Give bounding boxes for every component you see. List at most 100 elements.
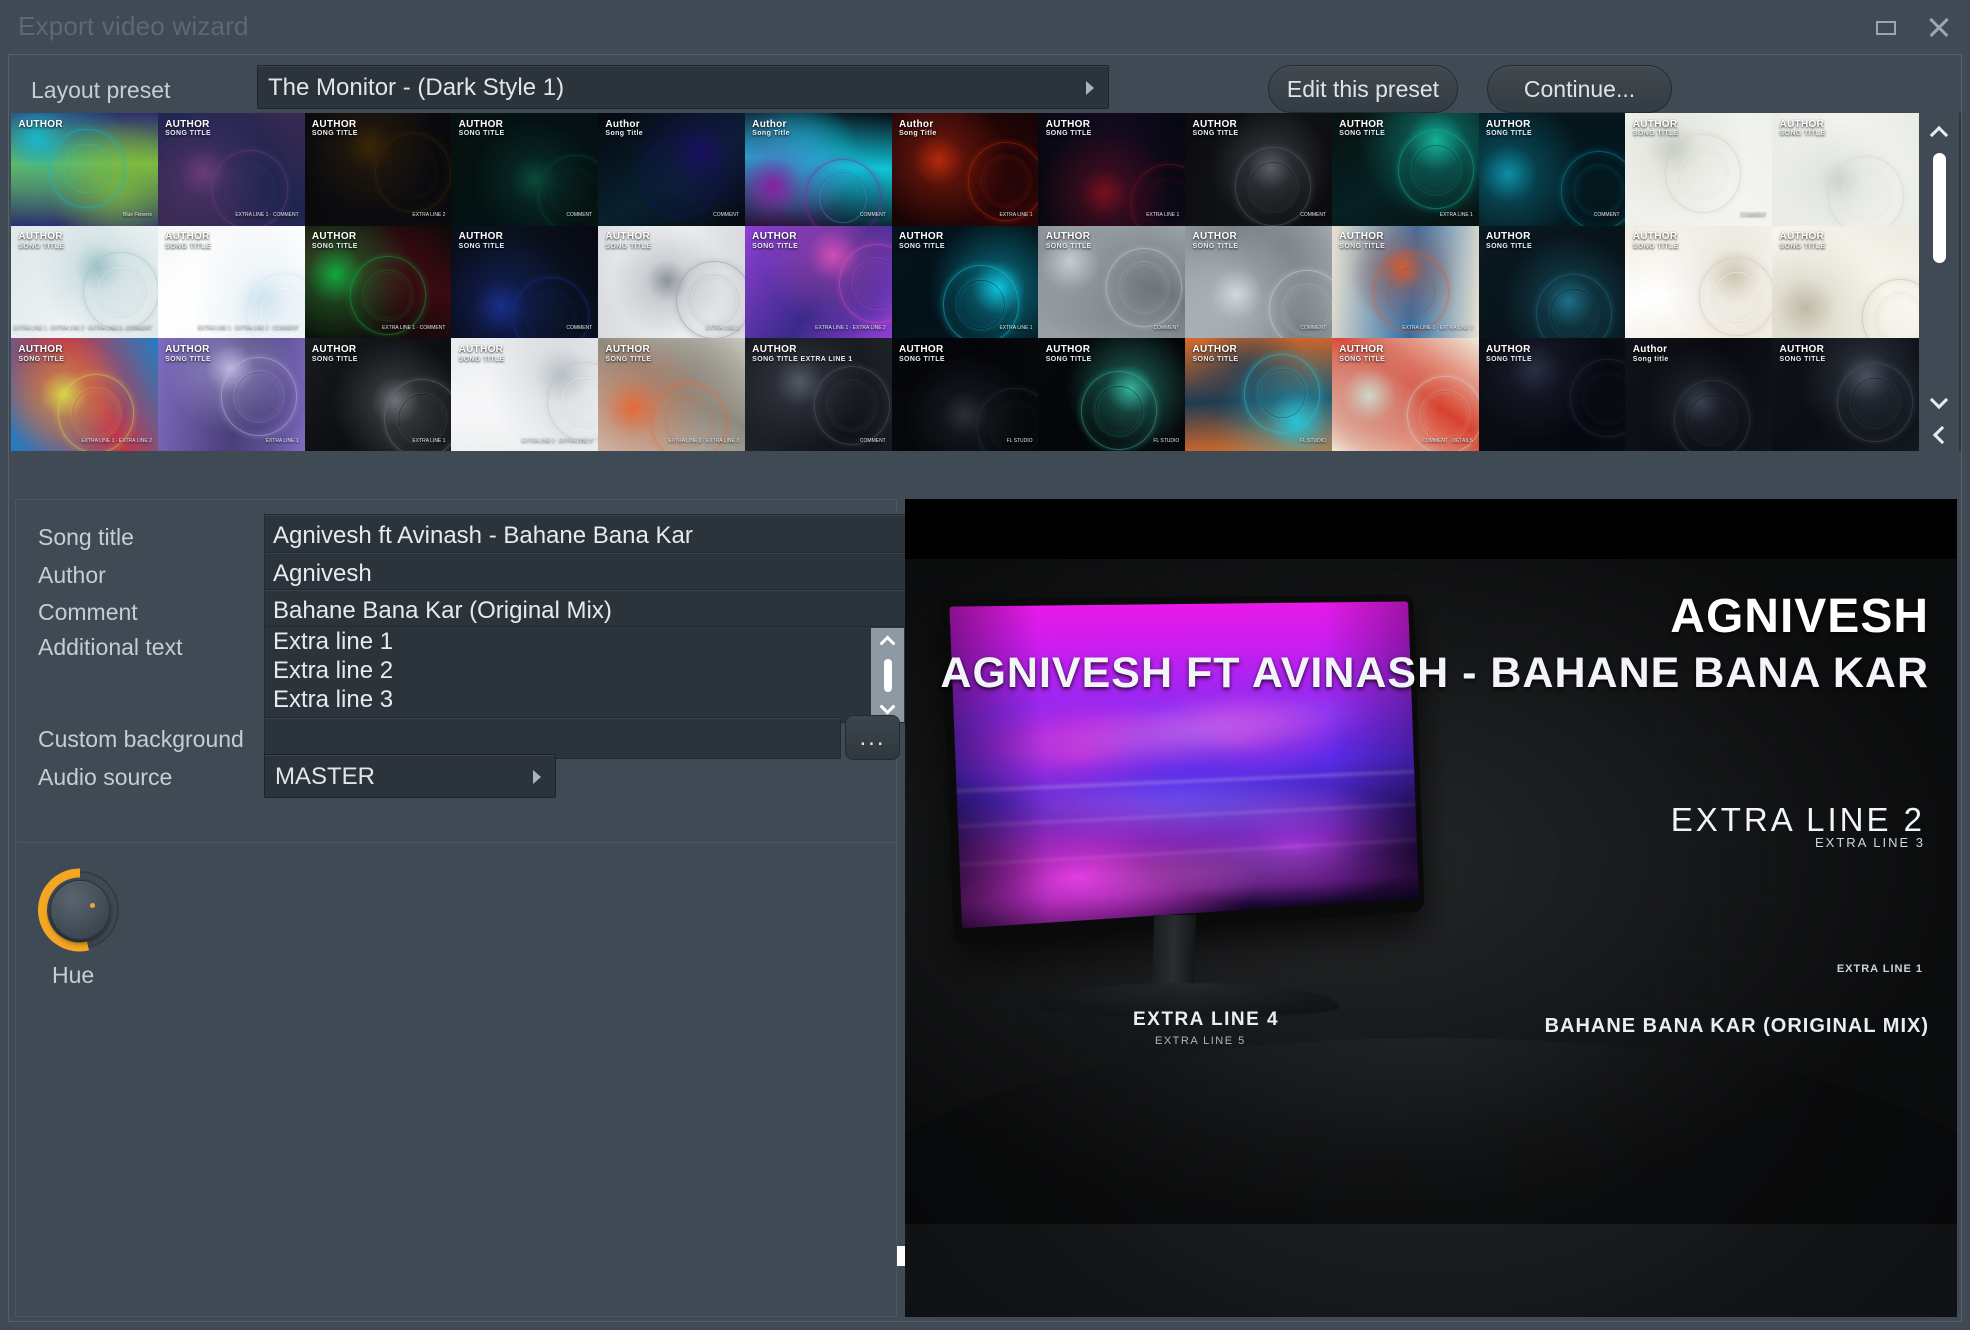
chevron-down-icon[interactable] [1923, 387, 1955, 417]
thumbnail-art [1412, 144, 1460, 194]
hue-knob-body[interactable] [50, 880, 110, 940]
browse-background-button[interactable]: ... [845, 715, 900, 760]
thumbnail-art [1688, 394, 1736, 444]
preset-thumbnail[interactable]: AUTHOR SONG TITLE EXTRA LINE 1 · COMMENT [304, 225, 452, 339]
thumbnail-extra-text: COMMENT [1153, 325, 1180, 332]
preset-thumbnail[interactable]: Author Song Title EXTRA LINE 1 [891, 113, 1039, 226]
preset-thumbnail[interactable]: AUTHOR SONG TITLE EXTRA LINE 1 · EXTRA LIN… [744, 225, 892, 339]
preset-thumbnail[interactable]: Author Song Title COMMENT [744, 113, 892, 226]
preset-thumbnail[interactable]: AUTHOR SONG TITLE EXTRA LINE 1 [598, 225, 745, 339]
preset-thumbnail[interactable]: AUTHOR SONG TITLE FL STUDIO [891, 338, 1039, 451]
thumbnail-extra-text: EXTRA LINE 1 [265, 437, 299, 444]
preset-thumbnail[interactable]: AUTHOR SONG TITLE [1625, 225, 1773, 339]
additional-text-line[interactable]: Extra line 1 [265, 627, 905, 656]
additional-text-line[interactable]: Extra line 3 [265, 685, 905, 714]
preset-thumbnail[interactable]: AUTHOR SONG TITLE COMMENT [451, 225, 599, 339]
thumbnail-art [364, 271, 412, 320]
thumbnail-author: AUTHOR [165, 231, 210, 243]
thumbnail-art [1550, 289, 1598, 338]
hue-knob-control[interactable]: Hue [38, 868, 148, 1008]
preset-thumbnail[interactable]: AUTHOR SONG TITLE FL STUDIO [1038, 338, 1186, 451]
preset-thumbnail[interactable]: AUTHOR SONG TITLE EXTRA LINE 2 · EXTRA LIN… [451, 338, 599, 451]
preset-thumbnail[interactable]: Author Song Title COMMENT [598, 113, 745, 226]
additional-text-scrollbar[interactable] [871, 628, 904, 722]
thumbnail-song-title: SONG TITLE [1779, 242, 1826, 250]
preset-thumbnail[interactable]: AUTHOR SONG TITLE COMMENT [1478, 113, 1626, 226]
preset-thumbnail[interactable]: Author Song title [1625, 338, 1773, 451]
preset-thumbnail[interactable]: AUTHOR Blue Flowers [11, 113, 158, 226]
preset-thumbnail[interactable]: AUTHOR SONG TITLE EXTRA LINE 1 [1038, 113, 1186, 226]
preset-thumbnail[interactable]: AUTHOR SONG TITLE FL STUDIO [1185, 338, 1332, 451]
additional-text-list[interactable]: Extra line 1Extra line 2Extra line 3Extr… [264, 626, 906, 723]
preset-thumbnail[interactable]: AUTHOR SONG TITLE COMMENT [1185, 113, 1332, 226]
comment-input[interactable]: Bahane Bana Kar (Original Mix) [264, 589, 906, 631]
preset-thumbnail[interactable]: AUTHOR SONG TITLE [1772, 225, 1919, 339]
preset-thumbnail[interactable]: AUTHOR SONG TITLE [1772, 113, 1919, 226]
additional-text-line[interactable]: Extra line 2 [265, 656, 905, 685]
thumbnail-author: AUTHOR [1486, 231, 1531, 243]
thumbnail-art [1575, 166, 1623, 216]
preset-thumbnail[interactable]: AUTHOR SONG TITLE EXTRA LINE 1 · EXTRA LIN… [11, 225, 158, 339]
close-icon[interactable] [1926, 14, 1952, 40]
audio-source-dropdown[interactable]: MASTER [264, 754, 556, 798]
layout-preset-dropdown[interactable]: The Monitor - (Dark Style 1) [257, 65, 1109, 109]
preset-thumbnail[interactable]: AUTHOR SONG TITLE EXTRA LINE 1 · EXTRA LIN… [1331, 225, 1479, 339]
thumbnail-song-title: SONG TITLE [18, 242, 65, 250]
preview-stage: AGNIVESH AGNIVESH FT AVINASH - BAHANE BA… [905, 559, 1957, 1317]
preset-thumbnail[interactable]: AUTHOR SONG TITLE EXTRA LINE 1 [1331, 113, 1479, 226]
thumbnail-art [1258, 369, 1306, 418]
preset-thumbnail[interactable]: AUTHOR SONG TITLE EXTRA LINE 1 [157, 338, 305, 451]
preset-thumbnail[interactable]: AUTHOR SONG TITLE [1478, 225, 1626, 339]
thumbnail-author: AUTHOR [898, 344, 944, 356]
preset-thumbnail[interactable]: AUTHOR SONG TITLE [1772, 338, 1919, 451]
thumbnail-author: AUTHOR [605, 231, 650, 243]
thumbnail-song-title: SONG TITLE [165, 130, 212, 138]
preset-thumbnail[interactable]: AUTHOR SONG TITLE COMMENT [1185, 225, 1332, 339]
preset-thumbnail[interactable]: AUTHOR SONG TITLE COMMENT · DETAILS [1331, 338, 1479, 451]
thumbnail-extra-text: EXTRA LINE 2 · EXTRA LINE 3 [668, 437, 739, 444]
thumbnail-song-title: SONG TITLE [1045, 242, 1092, 250]
preset-thumbnail[interactable]: AUTHOR SONG TITLE EXTRA LINE 1 · EXTRA LIN… [11, 338, 158, 451]
preset-thumbnail[interactable]: AUTHOR SONG TITLE [1478, 338, 1626, 451]
custom-background-input[interactable] [264, 717, 841, 759]
thumbnail-art [97, 266, 145, 316]
thumbnail-overlay-text: AUTHOR SONG TITLE [752, 232, 798, 250]
preset-thumbnail[interactable]: AUTHOR SONG TITLE EXTRA LINE 1 [304, 338, 452, 451]
continue-button[interactable]: Continue... [1487, 65, 1672, 113]
thumbnail-song-title: SONG TITLE [1192, 242, 1239, 250]
thumbnail-overlay-text: AUTHOR SONG TITLE [1046, 345, 1092, 363]
author-input[interactable]: Agnivesh [264, 552, 906, 594]
maximize-icon[interactable] [1874, 14, 1900, 40]
vertical-scroll-thumb[interactable] [1933, 153, 1946, 263]
thumbnail-overlay-text: Author Song Title [605, 119, 643, 138]
chevron-up-icon[interactable] [879, 634, 896, 648]
chevron-right-icon[interactable] [1925, 421, 1953, 449]
gallery-vertical-scrollbar[interactable] [1919, 113, 1959, 451]
thumbnail-song-title: SONG TITLE [458, 242, 505, 250]
thumbnail-overlay-text: AUTHOR SONG TITLE [1192, 345, 1238, 363]
list-scroll-thumb[interactable] [884, 659, 892, 692]
thumbnail-author: AUTHOR [1339, 231, 1384, 243]
preset-thumbnail[interactable]: AUTHOR SONG TITLE EXTRA LINE 1 · EXTRA LIN… [157, 225, 305, 339]
video-preview-panel[interactable]: AGNIVESH AGNIVESH FT AVINASH - BAHANE BA… [905, 499, 1957, 1317]
form-divider [17, 842, 897, 843]
thumbnail-overlay-text: Author Song Title [899, 119, 937, 138]
thumbnail-art [226, 165, 274, 215]
preset-thumbnail[interactable]: AUTHOR SONG TITLE EXTRA LINE 1 COMMENT [744, 338, 892, 451]
thumbnail-extra-text: EXTRA LINE 1 · COMMENT [235, 212, 299, 219]
preset-thumbnail[interactable]: AUTHOR SONG TITLE EXTRA LINE 2 · EXTRA LIN… [598, 338, 745, 451]
chevron-up-icon[interactable] [1923, 115, 1955, 145]
edit-this-preset-button[interactable]: Edit this preset [1268, 65, 1458, 113]
preset-thumbnail[interactable]: AUTHOR SONG TITLE COMMENT [451, 113, 599, 226]
thumbnail-overlay-text: AUTHOR SONG TITLE [1046, 232, 1092, 250]
preset-thumbnail[interactable]: AUTHOR SONG TITLE COMMENT [1625, 113, 1773, 226]
preset-thumbnail[interactable]: AUTHOR SONG TITLE EXTRA LINE 1 [891, 225, 1039, 339]
thumbnail-extra-text: COMMENT [859, 437, 886, 444]
song-title-input[interactable]: Agnivesh ft Avinash - Bahane Bana Kar [264, 514, 906, 556]
thumbnail-art [656, 152, 704, 202]
preset-thumbnail[interactable]: AUTHOR SONG TITLE COMMENT [1038, 225, 1186, 339]
preset-gallery[interactable]: AUTHOR Blue Flowers AUTHOR SONG TITLE EXTRA … [11, 113, 1961, 451]
preset-thumbnail[interactable]: AUTHOR SONG TITLE EXTRA LINE 1 · COMMENT [157, 113, 305, 226]
thumbnail-overlay-text: AUTHOR SONG TITLE [165, 119, 212, 138]
preset-thumbnail[interactable]: AUTHOR SONG TITLE EXTRA LINE 2 [304, 113, 452, 226]
